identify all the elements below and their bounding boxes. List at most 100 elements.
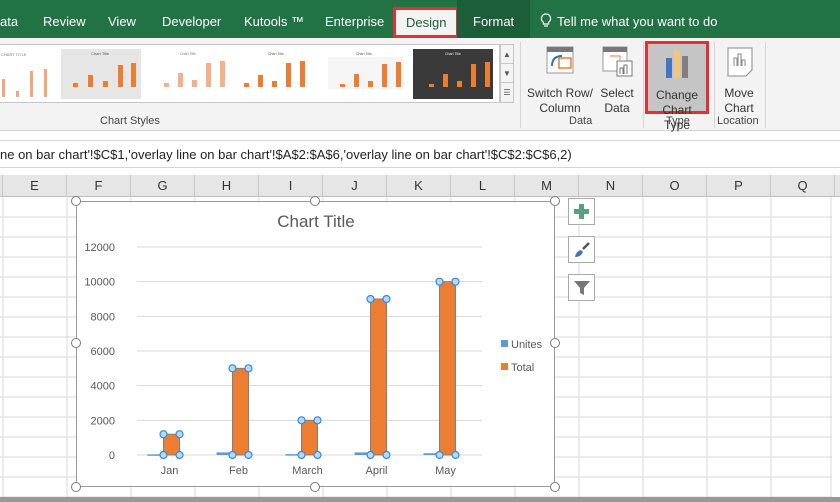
select-data-button[interactable]: Select Data — [597, 44, 637, 116]
bar-selection-handle[interactable] — [244, 364, 253, 373]
bar-selection-handle[interactable] — [159, 430, 168, 439]
x-tick-label: March — [292, 465, 323, 477]
type-group-label: Type — [666, 115, 690, 127]
change-chart-type-icon — [666, 50, 688, 78]
formula-bar[interactable]: ne on bar chart'!$C$1,'overlay line on b… — [0, 140, 840, 168]
bar-selection-handle[interactable] — [244, 450, 253, 460]
resize-handle[interactable] — [550, 482, 560, 492]
bar-selection-handle[interactable] — [228, 364, 237, 373]
bar-selection-handle[interactable] — [175, 450, 184, 460]
change-chart-type-button[interactable]: Change Chart Type — [645, 41, 709, 132]
tab-kutools[interactable]: Kutools ™ — [244, 0, 304, 38]
bar-total[interactable] — [370, 298, 387, 456]
column-header[interactable]: N — [579, 175, 643, 197]
svg-text:Chart Title: Chart Title — [268, 52, 284, 56]
y-tick-label: 10000 — [84, 277, 115, 289]
svg-text:Chart Title: Chart Title — [91, 51, 110, 56]
bar-selection-handle[interactable] — [382, 450, 391, 460]
switch-row-column-button[interactable]: Switch Row/ Column — [526, 44, 594, 116]
chart-title[interactable]: Chart Title — [277, 212, 354, 231]
lightbulb-icon — [540, 13, 552, 27]
column-header[interactable]: L — [451, 175, 515, 197]
scroll-up-icon[interactable]: ▲ — [501, 45, 513, 64]
filter-icon — [573, 280, 590, 295]
select-data-label-2: Data — [604, 101, 630, 115]
bar-total[interactable] — [232, 367, 249, 456]
tab-developer[interactable]: Developer — [162, 0, 221, 38]
x-tick-label: May — [435, 465, 456, 477]
chart-style-3[interactable]: Chart Title — [148, 49, 228, 99]
chart-style-5[interactable]: Chart Title — [324, 49, 404, 99]
chart-area[interactable]: Chart Title 0 2000 4000 6000 8000 10000 12000 … — [76, 201, 555, 487]
resize-handle[interactable] — [550, 338, 560, 348]
bar-selection-handle[interactable] — [175, 430, 184, 439]
tab-design[interactable]: Design — [393, 7, 460, 38]
tab-view[interactable]: View — [108, 0, 136, 38]
tab-review[interactable]: Review — [43, 0, 86, 38]
column-header[interactable]: J — [323, 175, 387, 197]
gallery-scroll[interactable]: ▲ ▼ ☰ — [500, 44, 514, 103]
chart-style-4[interactable]: Chart Title — [236, 49, 316, 99]
switch-row-column-icon — [546, 46, 574, 74]
column-header[interactable]: E — [3, 175, 67, 197]
chart-style-2[interactable]: Chart Title — [61, 49, 141, 99]
resize-handle[interactable] — [550, 196, 560, 206]
tab-data[interactable]: ata — [0, 0, 18, 38]
resize-handle[interactable] — [310, 196, 320, 206]
column-header-row: E F G H I J K L M N O P Q — [0, 175, 840, 197]
chart-filters-button[interactable] — [568, 274, 595, 301]
column-header[interactable]: H — [195, 175, 259, 197]
tab-enterprise[interactable]: Enterprise — [325, 0, 384, 38]
legend-label-unites[interactable]: Unites — [511, 339, 543, 351]
bar-selection-handle[interactable] — [228, 450, 237, 460]
column-header[interactable]: O — [643, 175, 707, 197]
resize-handle[interactable] — [71, 482, 81, 492]
bar-selection-handle[interactable] — [382, 294, 391, 304]
chart-elements-button[interactable] — [568, 198, 595, 225]
move-chart-button[interactable]: Move Chart — [717, 44, 761, 116]
chart-style-6[interactable]: Chart Title — [413, 49, 493, 99]
bar-total[interactable] — [439, 281, 456, 456]
column-header[interactable]: I — [259, 175, 323, 197]
bar-selection-handle[interactable] — [297, 450, 306, 460]
y-tick-label: 0 — [109, 450, 115, 462]
column-header[interactable]: M — [515, 175, 579, 197]
resize-handle[interactable] — [71, 196, 81, 206]
x-tick-label: Feb — [229, 465, 248, 477]
resize-handle[interactable] — [71, 338, 81, 348]
bar-selection-handle[interactable] — [366, 294, 375, 304]
chart-styles-button[interactable] — [568, 236, 595, 263]
select-data-icon — [602, 46, 633, 77]
tell-me-text: Tell me what you want to do — [557, 14, 718, 29]
column-header[interactable]: G — [131, 175, 195, 197]
chart-style-1[interactable]: CHART TITLE — [0, 49, 52, 99]
column-header[interactable]: K — [387, 175, 451, 197]
divider — [520, 42, 521, 128]
bar-selection-handle[interactable] — [159, 450, 168, 460]
legend-label-total[interactable]: Total — [511, 362, 534, 374]
column-header[interactable]: F — [67, 175, 131, 197]
y-tick-label: 6000 — [91, 346, 115, 358]
bar-selection-handle[interactable] — [313, 450, 322, 460]
y-tick-label: 8000 — [91, 311, 115, 323]
resize-handle[interactable] — [310, 482, 320, 492]
tell-me-box[interactable]: Tell me what you want to do — [540, 0, 717, 38]
svg-text:Chart Title: Chart Title — [445, 52, 461, 56]
bar-selection-handle[interactable] — [313, 416, 322, 425]
scroll-down-icon[interactable]: ▼ — [501, 64, 513, 83]
bar-selection-handle[interactable] — [451, 277, 460, 286]
bar-selection-handle[interactable] — [435, 450, 444, 460]
column-header[interactable]: Q — [771, 175, 835, 197]
chart-svg: Chart Title 020004000600080001000012000 … — [84, 212, 543, 477]
bar-selection-handle[interactable] — [451, 450, 460, 460]
gallery-more-icon[interactable]: ☰ — [501, 83, 513, 102]
bar-total[interactable] — [301, 419, 318, 456]
bar-selection-handle[interactable] — [366, 450, 375, 460]
column-header[interactable]: P — [707, 175, 771, 197]
tab-format[interactable]: Format — [457, 0, 531, 38]
move-chart-icon — [727, 47, 753, 77]
divider — [765, 42, 766, 128]
formula-text: ne on bar chart'!$C$1,'overlay line on b… — [0, 147, 572, 162]
bar-selection-handle[interactable] — [435, 277, 444, 286]
bar-selection-handle[interactable] — [297, 416, 306, 425]
